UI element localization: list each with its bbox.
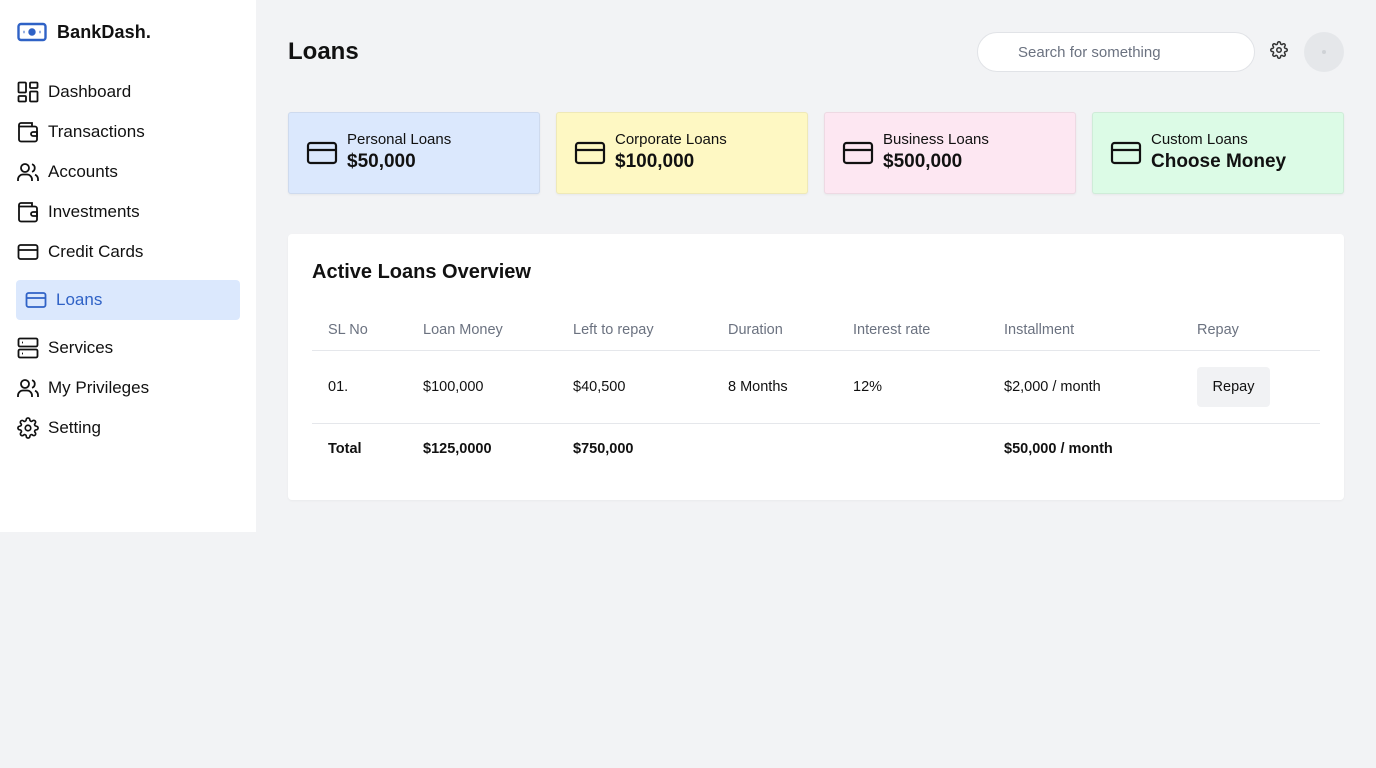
repay-button[interactable]: Repay	[1197, 366, 1270, 407]
sidebar-item-dashboard[interactable]: Dashboard	[16, 72, 240, 112]
sidebar-nav: Dashboard Transactions Accounts Investme…	[16, 72, 240, 448]
brand[interactable]: BankDash.	[17, 20, 151, 44]
credit-card-icon	[16, 240, 40, 264]
loans-table: SL No Loan Money Left to repay Duration …	[312, 310, 1320, 475]
avatar-placeholder	[1322, 50, 1326, 54]
card-value: $100,000	[615, 151, 695, 172]
sidebar: BankDash. Dashboard Transactions Account…	[0, 0, 256, 532]
total-installment: $50,000 / month	[1004, 441, 1113, 458]
cell-sl-no: 01.	[312, 350, 407, 424]
settings-button[interactable]	[1268, 40, 1290, 64]
credit-card-icon	[306, 141, 338, 165]
sidebar-item-label: Dashboard	[48, 82, 132, 101]
credit-card-icon	[1110, 141, 1142, 165]
sidebar-item-setting[interactable]: Setting	[16, 408, 240, 448]
cell-interest-rate: 12%	[837, 350, 988, 424]
loan-summary-cards: Personal Loans $50,000 Corporate Loans $…	[288, 112, 1344, 194]
sidebar-item-transactions[interactable]: Transactions	[16, 112, 240, 152]
panel-title: Active Loans Overview	[312, 261, 531, 283]
credit-card-icon	[574, 141, 606, 165]
cell-repay: Repay	[1181, 350, 1320, 424]
sidebar-item-label: Services	[48, 338, 114, 357]
card-label: Custom Loans	[1151, 131, 1248, 148]
page-title: Loans	[288, 38, 359, 65]
cell-left-to-repay: $40,500	[557, 350, 712, 424]
active-loans-panel: Active Loans Overview SL No Loan Money L…	[288, 234, 1344, 500]
credit-card-icon	[842, 141, 874, 165]
table-header-row: SL No Loan Money Left to repay Duration …	[312, 310, 1320, 351]
total-loan-money: $125,0000	[423, 441, 492, 458]
column-header-repay: Repay	[1181, 310, 1320, 351]
search-input[interactable]	[1018, 43, 1254, 61]
column-header-interest-rate: Interest rate	[837, 310, 988, 351]
cell-duration: 8 Months	[712, 350, 837, 424]
loan-card-custom[interactable]: Custom Loans Choose Money	[1092, 112, 1344, 194]
sidebar-item-credit-cards[interactable]: Credit Cards	[16, 232, 240, 272]
table-row: 01. $100,000 $40,500 8 Months 12% $2,000…	[312, 350, 1320, 424]
search-box[interactable]	[977, 32, 1255, 72]
money-icon	[17, 20, 47, 44]
brand-name: BankDash.	[57, 21, 151, 42]
sidebar-item-label: Loans	[56, 290, 103, 309]
total-interest-rate	[837, 423, 988, 475]
wallet-icon	[16, 200, 40, 224]
gear-icon	[16, 416, 40, 440]
sidebar-item-loans[interactable]: Loans	[16, 280, 240, 320]
card-label: Business Loans	[883, 131, 989, 148]
column-header-duration: Duration	[712, 310, 837, 351]
sidebar-item-accounts[interactable]: Accounts	[16, 152, 240, 192]
total-repay	[1181, 423, 1320, 475]
total-label: Total	[328, 441, 362, 458]
users-icon	[16, 376, 40, 400]
card-value: Choose Money	[1151, 151, 1287, 172]
column-header-sl-no: SL No	[312, 310, 407, 351]
sidebar-item-investments[interactable]: Investments	[16, 192, 240, 232]
credit-card-icon	[24, 288, 48, 312]
column-header-installment: Installment	[988, 310, 1181, 351]
cell-installment: $2,000 / month	[988, 350, 1181, 424]
wallet-icon	[16, 120, 40, 144]
total-left-to-repay: $750,000	[573, 441, 634, 458]
loan-card-business[interactable]: Business Loans $500,000	[824, 112, 1076, 194]
card-label: Personal Loans	[347, 131, 452, 148]
users-icon	[16, 160, 40, 184]
loan-card-personal[interactable]: Personal Loans $50,000	[288, 112, 540, 194]
sidebar-item-label: My Privileges	[48, 378, 150, 397]
sidebar-item-label: Setting	[48, 418, 101, 437]
total-duration	[712, 423, 837, 475]
sidebar-item-services[interactable]: Services	[16, 328, 240, 368]
sidebar-item-label: Credit Cards	[48, 242, 144, 261]
avatar[interactable]	[1304, 32, 1344, 72]
dashboard-icon	[16, 80, 40, 104]
sidebar-item-label: Accounts	[48, 162, 118, 181]
loan-card-corporate[interactable]: Corporate Loans $100,000	[556, 112, 808, 194]
column-header-left-to-repay: Left to repay	[557, 310, 712, 351]
card-value: $500,000	[883, 151, 963, 172]
card-value: $50,000	[347, 151, 416, 172]
sidebar-item-label: Transactions	[48, 122, 145, 141]
table-total-row: Total $125,0000 $750,000 $50,000 / month	[312, 423, 1320, 475]
column-header-loan-money: Loan Money	[407, 310, 557, 351]
cell-loan-money: $100,000	[407, 350, 557, 424]
card-label: Corporate Loans	[615, 131, 727, 148]
server-icon	[16, 336, 40, 360]
sidebar-item-my-privileges[interactable]: My Privileges	[16, 368, 240, 408]
gear-icon	[1270, 40, 1288, 64]
sidebar-item-label: Investments	[48, 202, 140, 221]
